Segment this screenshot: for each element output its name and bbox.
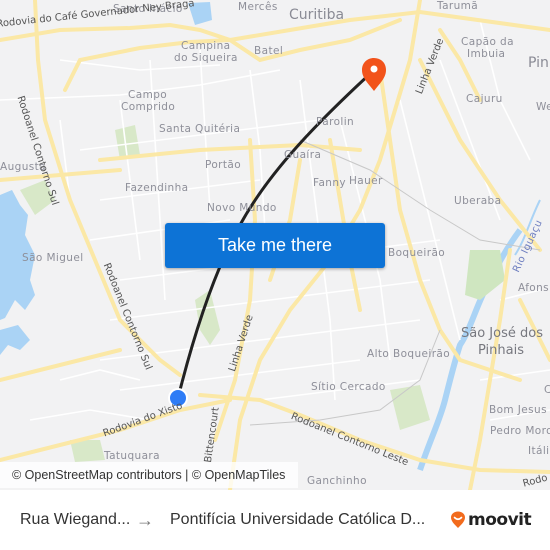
moovit-logo[interactable]: moovit: [450, 510, 532, 530]
take-me-there-button[interactable]: Take me there: [165, 223, 385, 268]
park-green: [70, 440, 105, 462]
place-label-boqueirao: Boqueirão: [388, 247, 446, 259]
place-label-sitio-cercado: Sítio Cercado: [311, 381, 386, 393]
place-label-fanny: Fanny: [313, 177, 347, 189]
park-green: [390, 385, 430, 430]
arrow-right-icon: →: [136, 509, 154, 530]
water-reservoir-south: [0, 325, 30, 355]
place-label-capao-da: Capão da: [461, 36, 514, 48]
place-label-pinhais: Pinh: [528, 55, 550, 71]
place-label-portao: Portão: [205, 159, 242, 171]
place-label-c: C: [544, 384, 550, 396]
place-label-guaira: Guaíra: [284, 149, 322, 161]
place-label-bom-jesus: Bom Jesus: [489, 404, 547, 416]
origin-name: Rua Wiegand...: [20, 511, 131, 528]
destination-name: Pontifícia Universidade Católica D...: [170, 511, 426, 528]
attribution-text[interactable]: © OpenStreetMap contributors | © OpenMap…: [12, 468, 285, 482]
moovit-wordmark: moovit: [468, 510, 532, 530]
place-label-afonso: Afons: [518, 282, 550, 294]
place-label-batel: Batel: [254, 45, 284, 57]
place-label-merces: Mercês: [238, 1, 278, 13]
place-label-ganchinho: Ganchinho: [307, 475, 367, 487]
map-attribution[interactable]: © OpenStreetMap contributors | © OpenMap…: [0, 462, 298, 488]
place-label-campina: Campina: [181, 40, 231, 52]
place-label-fazendinha: Fazendinha: [125, 182, 189, 194]
place-label-cajuru: Cajuru: [466, 93, 503, 105]
place-label-campo: Campo: [128, 89, 168, 101]
place-label-curitiba: Curitiba: [289, 7, 345, 23]
place-label-imbuia: Imbuia: [467, 48, 506, 60]
place-label-italia: Itáli: [528, 445, 550, 457]
place-label-pedro-moro: Pedro Moro: [490, 425, 550, 437]
place-label-pinhais-sjp: Pinhais: [478, 343, 524, 358]
place-label-do-siqueira: do Siqueira: [174, 52, 238, 64]
place-label-sao-jose-dos: São José dos: [461, 326, 543, 341]
route-footer: Rua Wiegand... → Pontifícia Universidade…: [0, 490, 550, 550]
place-label-uberaba: Uberaba: [454, 195, 502, 207]
place-label-novo-mundo: Novo Mundo: [207, 202, 277, 214]
moovit-pin-icon: [451, 511, 465, 528]
place-label-comprido: Comprido: [121, 101, 176, 113]
map[interactable]: Santo Inácio Mercês Curitiba Tarumã Camp…: [0, 0, 550, 490]
place-label-sao-miguel: São Miguel: [22, 252, 84, 264]
park-green: [465, 250, 505, 300]
destination-pin-dot: [370, 65, 378, 73]
place-label-taruma: Tarumã: [437, 0, 479, 12]
place-label-hauer: Hauer: [349, 175, 383, 187]
place-label-santa-quiteria: Santa Quitéria: [159, 123, 241, 135]
place-label-parolin: Parolin: [316, 116, 355, 128]
place-label-tatuquara: Tatuquara: [104, 450, 160, 462]
place-label-we: We: [536, 101, 550, 113]
place-label-alto-boqueirao: Alto Boqueirão: [367, 348, 451, 360]
